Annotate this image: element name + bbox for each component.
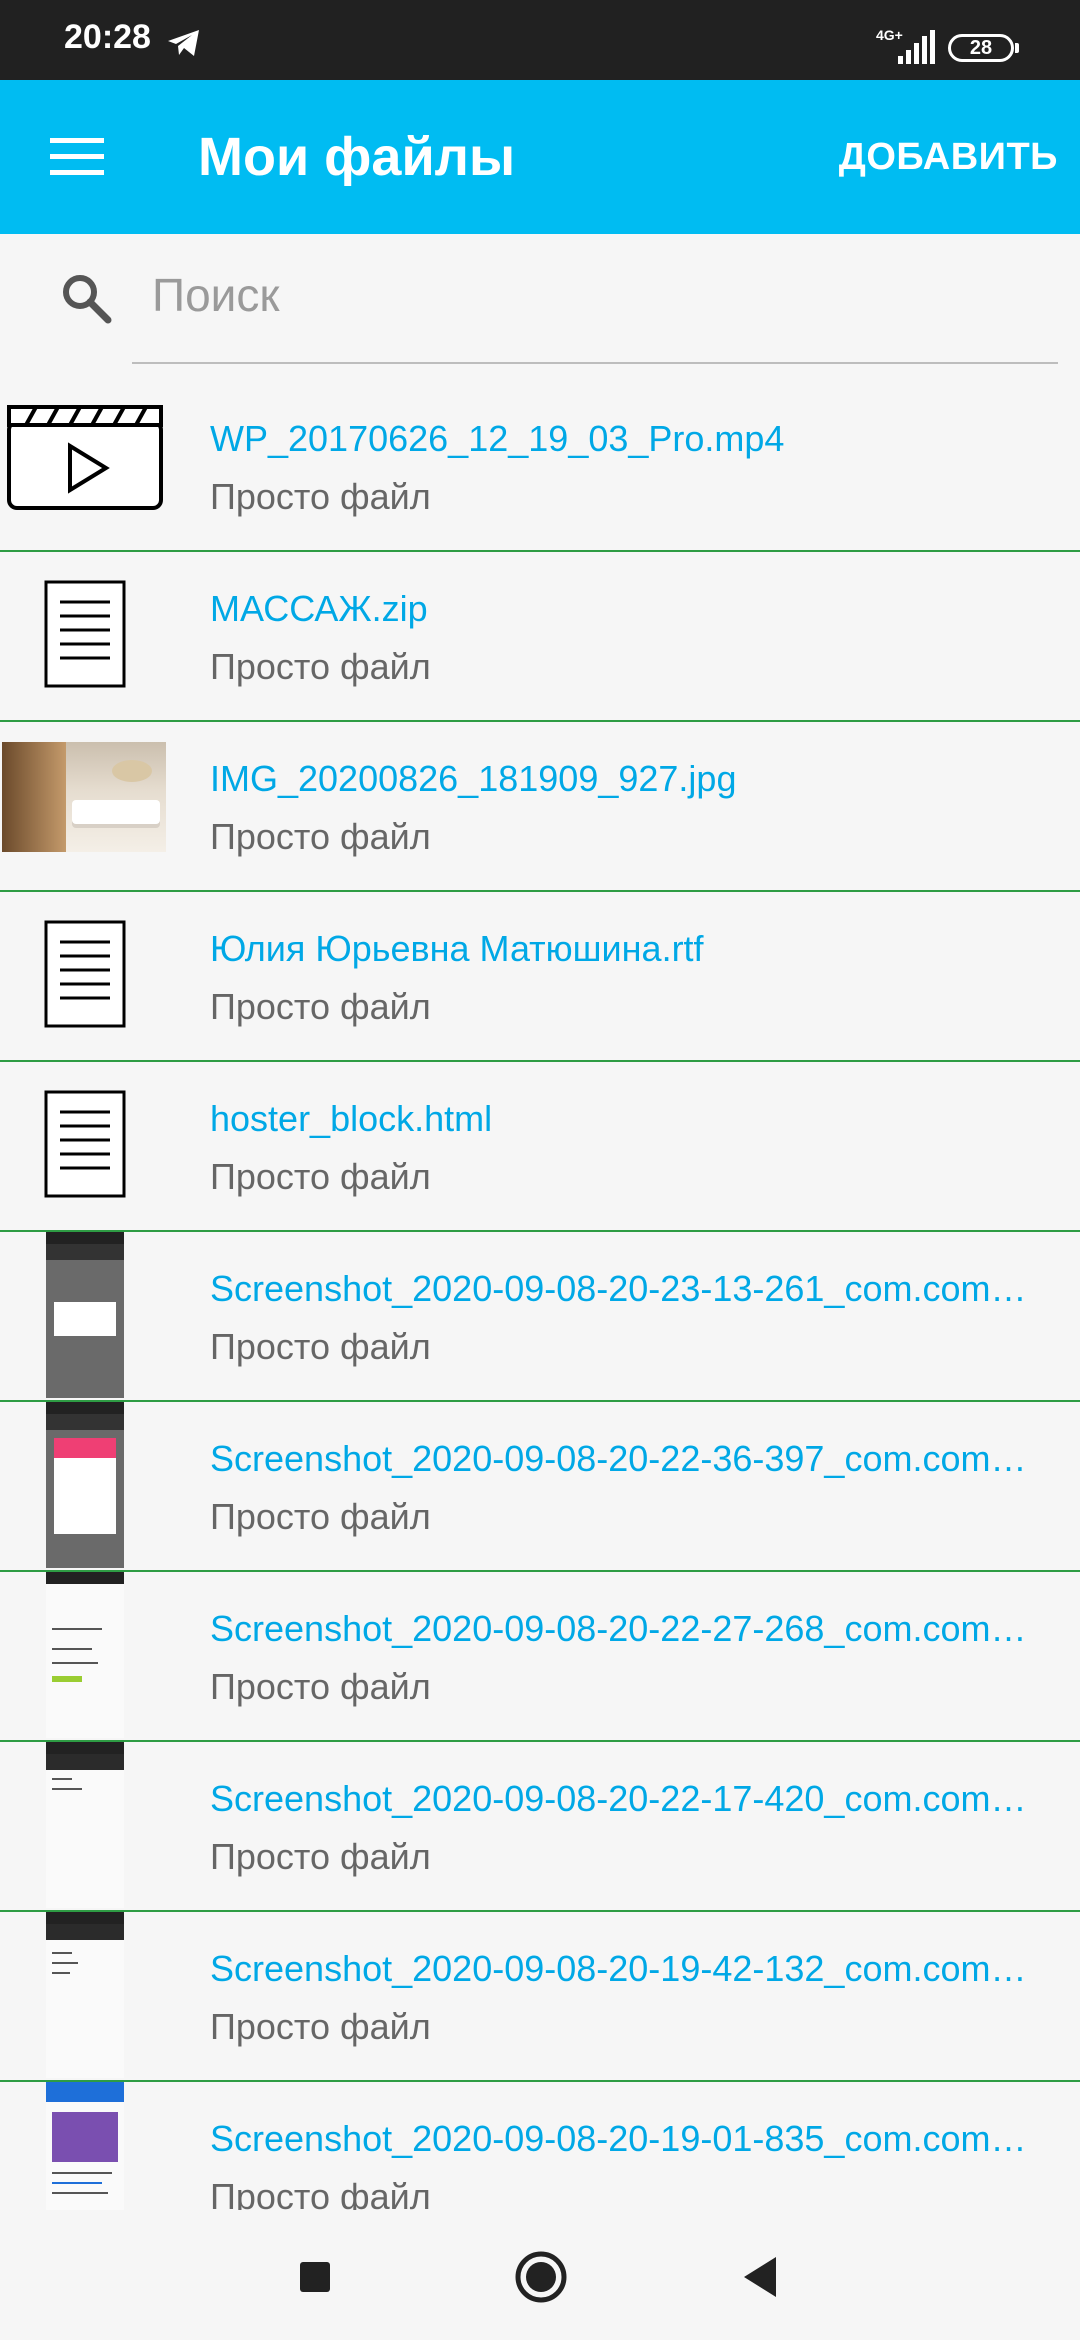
screenshot-thumbnail bbox=[46, 1742, 124, 1908]
file-list: WP_20170626_12_19_03_Pro.mp4 Просто файл… bbox=[0, 382, 1080, 2210]
battery-level: 28 bbox=[969, 36, 993, 59]
file-name: IMG_20200826_181909_927.jpg bbox=[210, 758, 737, 799]
list-item[interactable]: IMG_20200826_181909_927.jpg Просто файл bbox=[0, 722, 1080, 892]
screenshot-thumbnail bbox=[46, 2082, 124, 2210]
screenshot-thumbnail bbox=[46, 1402, 124, 1568]
file-subtitle: Просто файл bbox=[210, 816, 431, 857]
file-subtitle: Просто файл bbox=[210, 476, 431, 517]
back-button[interactable] bbox=[740, 2255, 780, 2299]
home-button[interactable] bbox=[514, 2250, 568, 2304]
file-name: Screenshot_2020-09-08-20-22-17-420_com.c… bbox=[210, 1778, 1027, 1819]
search-bar bbox=[0, 234, 1080, 372]
thumbnail bbox=[0, 1402, 190, 1570]
list-item[interactable]: Screenshot_2020-09-08-20-23-13-261_com.c… bbox=[0, 1232, 1080, 1402]
search-icon bbox=[63, 275, 112, 324]
app-bar: Мои файлы ДОБАВИТЬ bbox=[0, 80, 1080, 234]
list-item[interactable]: Screenshot_2020-09-08-20-19-01-835_com.c… bbox=[0, 2082, 1080, 2210]
thumbnail bbox=[0, 382, 190, 550]
file-name: WP_20170626_12_19_03_Pro.mp4 bbox=[210, 418, 785, 459]
document-icon bbox=[44, 920, 126, 1028]
list-item[interactable]: Screenshot_2020-09-08-20-22-36-397_com.c… bbox=[0, 1402, 1080, 1572]
page-title: Мои файлы bbox=[198, 127, 516, 187]
file-subtitle: Просто файл bbox=[210, 2006, 431, 2047]
file-subtitle: Просто файл bbox=[210, 646, 431, 687]
menu-icon[interactable] bbox=[50, 138, 104, 176]
thumbnail bbox=[0, 722, 190, 890]
file-name: Screenshot_2020-09-08-20-22-36-397_com.c… bbox=[210, 1438, 1027, 1479]
document-icon bbox=[44, 1090, 126, 1198]
file-name: Screenshot_2020-09-08-20-22-27-268_com.c… bbox=[210, 1608, 1027, 1649]
list-item[interactable]: Screenshot_2020-09-08-20-22-17-420_com.c… bbox=[0, 1742, 1080, 1912]
file-subtitle: Просто файл bbox=[210, 2176, 431, 2210]
file-subtitle: Просто файл bbox=[210, 1836, 431, 1877]
thumbnail bbox=[0, 1742, 190, 1910]
file-name: Screenshot_2020-09-08-20-19-42-132_com.c… bbox=[210, 1948, 1027, 1989]
status-time: 20:28 bbox=[64, 18, 151, 56]
file-name: Юлия Юрьевна Матюшина.rtf bbox=[210, 928, 704, 969]
screenshot-thumbnail bbox=[46, 1912, 124, 2078]
thumbnail bbox=[0, 1062, 190, 1230]
file-subtitle: Просто файл bbox=[210, 986, 431, 1027]
list-item[interactable]: Screenshot_2020-09-08-20-19-42-132_com.c… bbox=[0, 1912, 1080, 2082]
thumbnail bbox=[0, 1912, 190, 2080]
telegram-icon bbox=[168, 30, 199, 56]
thumbnail bbox=[0, 892, 190, 1060]
navigation-bar bbox=[0, 2210, 1080, 2340]
recent-apps-button[interactable] bbox=[300, 2262, 330, 2292]
list-item[interactable]: WP_20170626_12_19_03_Pro.mp4 Просто файл bbox=[0, 382, 1080, 552]
battery-icon: 28 bbox=[948, 34, 1014, 62]
thumbnail bbox=[0, 2082, 190, 2210]
list-item[interactable]: hoster_block.html Просто файл bbox=[0, 1062, 1080, 1232]
video-icon bbox=[7, 405, 163, 510]
file-name: МАССАЖ.zip bbox=[210, 588, 428, 629]
file-subtitle: Просто файл bbox=[210, 1156, 431, 1197]
photo-thumbnail bbox=[2, 742, 166, 852]
file-name: Screenshot_2020-09-08-20-23-13-261_com.c… bbox=[210, 1268, 1027, 1309]
file-subtitle: Просто файл bbox=[210, 1326, 431, 1367]
screenshot-thumbnail bbox=[46, 1232, 124, 1398]
file-name: Screenshot_2020-09-08-20-19-01-835_com.c… bbox=[210, 2118, 1027, 2159]
thumbnail bbox=[0, 552, 190, 720]
status-bar: 20:28 4G+ 28 bbox=[0, 0, 1080, 80]
screenshot-thumbnail bbox=[46, 1572, 124, 1738]
document-icon bbox=[44, 580, 126, 688]
battery-tip bbox=[1015, 43, 1019, 53]
thumbnail bbox=[0, 1232, 190, 1400]
search-input[interactable] bbox=[150, 264, 1054, 326]
list-item[interactable]: Юлия Юрьевна Матюшина.rtf Просто файл bbox=[0, 892, 1080, 1062]
thumbnail bbox=[0, 1572, 190, 1740]
file-subtitle: Просто файл bbox=[210, 1666, 431, 1707]
file-name: hoster_block.html bbox=[210, 1098, 493, 1139]
list-item[interactable]: МАССАЖ.zip Просто файл bbox=[0, 552, 1080, 722]
file-subtitle: Просто файл bbox=[210, 1496, 431, 1537]
list-item[interactable]: Screenshot_2020-09-08-20-22-27-268_com.c… bbox=[0, 1572, 1080, 1742]
add-button[interactable]: ДОБАВИТЬ bbox=[839, 136, 1058, 179]
search-underline bbox=[132, 362, 1058, 364]
signal-icon bbox=[898, 30, 935, 64]
